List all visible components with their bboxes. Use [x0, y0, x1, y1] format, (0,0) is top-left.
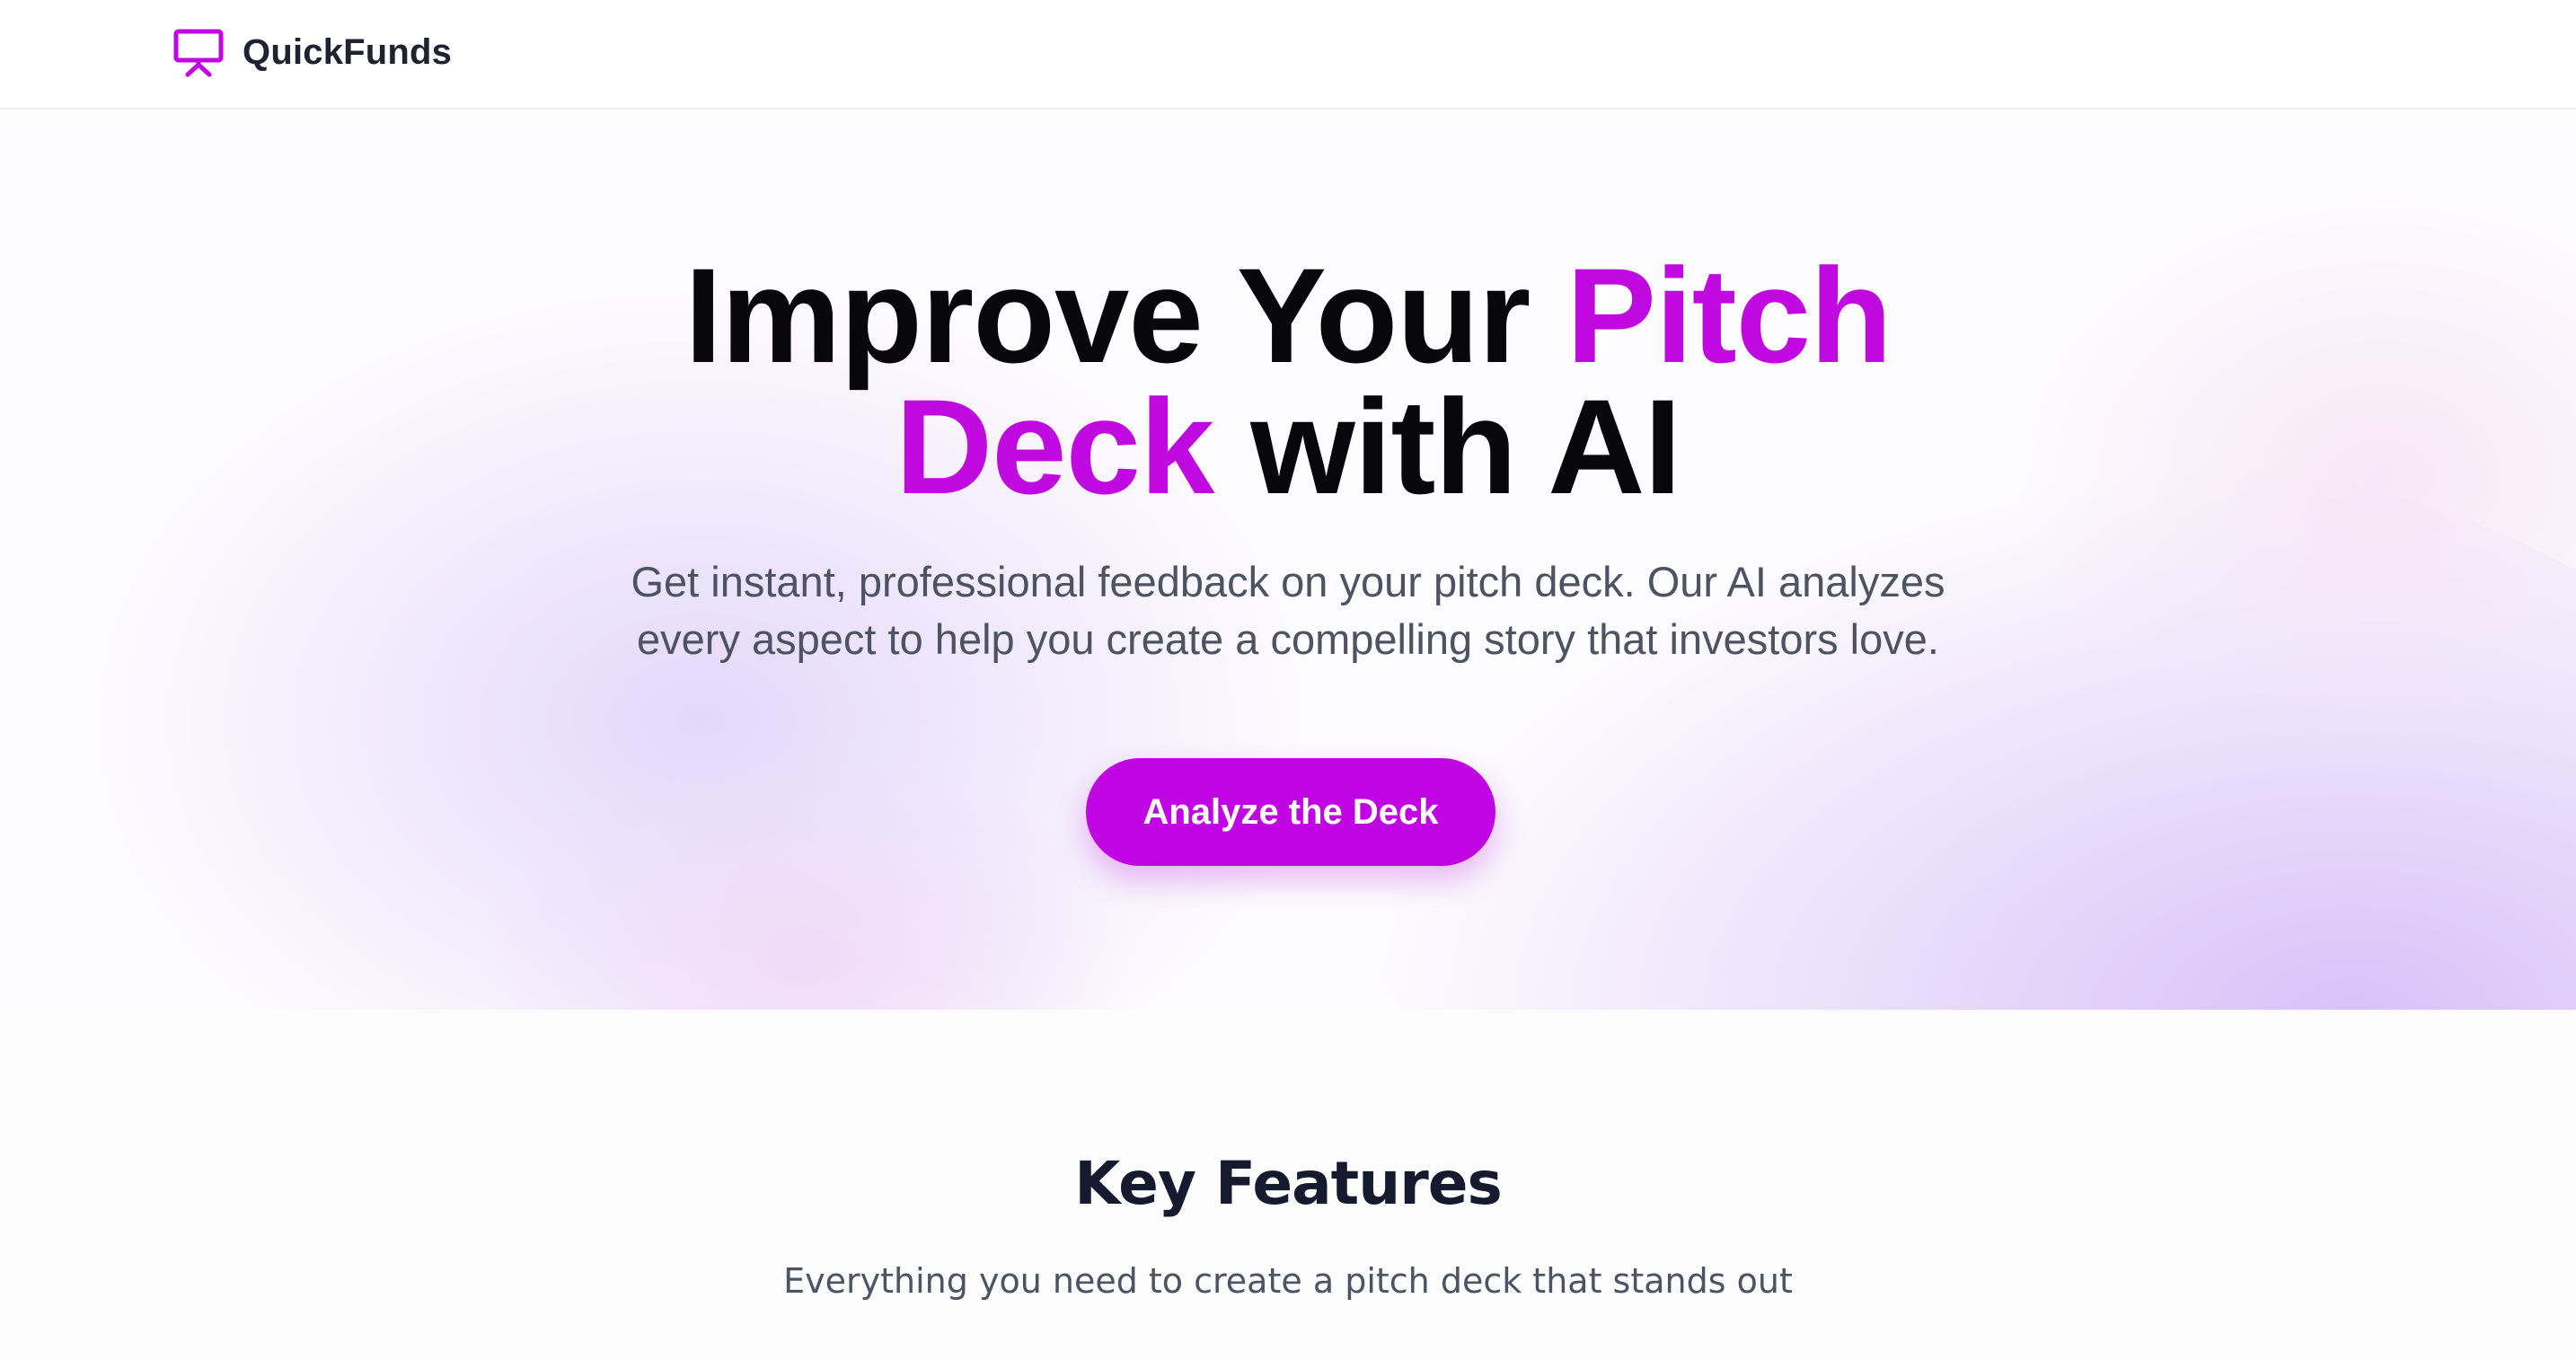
brand-logo-link[interactable]: QuickFunds [172, 25, 452, 79]
hero-title-part: with AI [1213, 371, 1681, 522]
hero-gradient-blob [449, 738, 1168, 1010]
presentation-icon [173, 29, 224, 77]
hero-subtitle: Get instant, professional feedback on yo… [0, 553, 2576, 668]
hero-title-part: Improve Your [684, 240, 1566, 391]
site-header: QuickFunds [0, 0, 2576, 110]
page: QuickFunds Improve Your Pitch Deck with A… [0, 0, 2576, 1360]
hero-title-accent: Deck [895, 371, 1215, 522]
hero-subtitle-line: Get instant, professional feedback on yo… [631, 558, 1945, 605]
brand-name: QuickFunds [243, 31, 453, 72]
analyze-deck-button[interactable]: Analyze the Deck [1086, 758, 1495, 866]
features-title: Key Features [1074, 1149, 1503, 1218]
hero-subtitle-line: every aspect to help you create a compel… [637, 615, 1939, 663]
features-subtitle: Everything you need to create a pitch de… [783, 1261, 1793, 1301]
hero-title: Improve Your Pitch Deck with AI [0, 248, 2576, 514]
hero-title-accent: Pitch [1566, 240, 1892, 391]
hero-gradient-blob [1347, 451, 2576, 1010]
hero-section: Improve Your Pitch Deck with AI Get insta… [0, 110, 2576, 1010]
